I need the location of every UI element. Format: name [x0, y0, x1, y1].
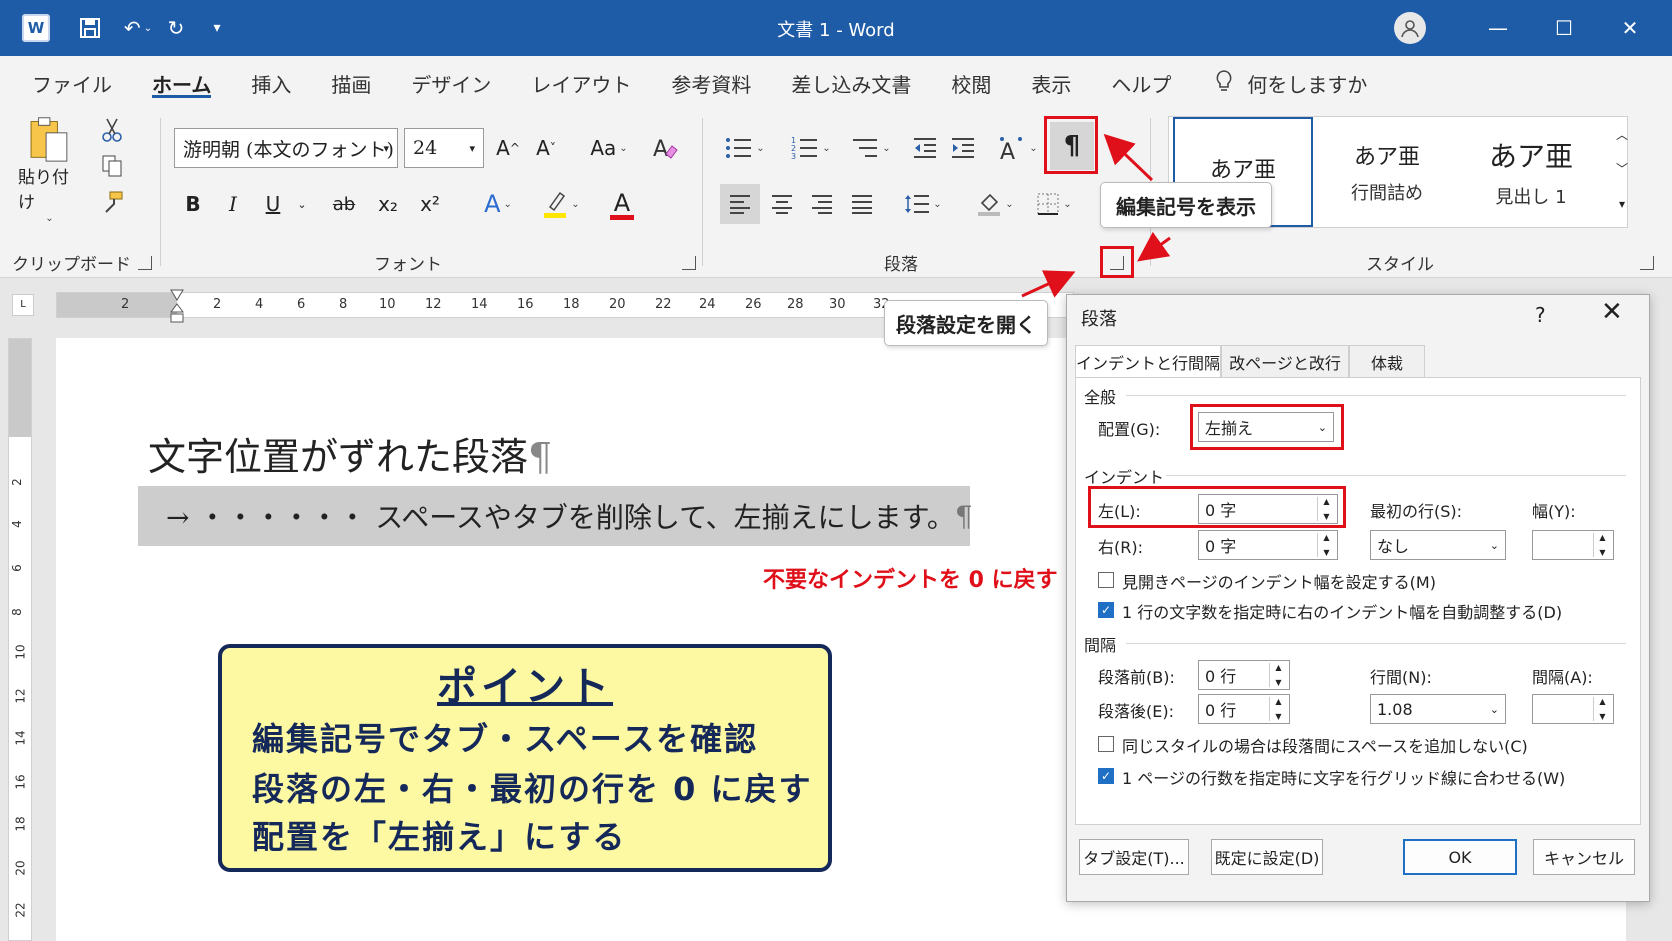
mirror-indents-label: 見開きページのインデント幅を設定する(M) — [1122, 573, 1436, 592]
line-spacing-label: 行間(N): — [1370, 668, 1432, 687]
indent-section-label: インデント — [1084, 468, 1165, 487]
divider — [1126, 395, 1626, 396]
snap-to-grid-checkbox[interactable]: ✓ — [1098, 768, 1114, 784]
no-space-same-style-label: 同じスタイルの場合は段落間にスペースを追加しない(C) — [1122, 737, 1528, 756]
auto-adjust-label: 1 行の文字数を指定時に右のインデント幅を自動調整する(D) — [1122, 603, 1563, 622]
dialog-close-button[interactable]: ✕ — [1601, 297, 1623, 327]
spacing-section-label: 間隔 — [1084, 636, 1117, 655]
dialog-panel: 全般 配置(G): 左揃え ⌄ インデント 左(L): 0 字 ▲ ▼ 右(R): 0… — [1075, 377, 1641, 825]
line-spacing-at-field[interactable]: ▲ ▼ — [1532, 694, 1614, 724]
line-spacing-at-label: 間隔(A): — [1532, 668, 1593, 687]
first-line-label: 最初の行(S): — [1370, 502, 1463, 521]
snap-to-grid-label: 1 ページの行数を指定時に文字を行グリッド線に合わせる(W) — [1122, 769, 1566, 788]
divider — [1126, 643, 1626, 644]
auto-adjust-checkbox[interactable]: ✓ — [1098, 602, 1114, 618]
spin-icon[interactable]: ▲ ▼ — [1593, 533, 1611, 557]
set-default-button[interactable]: 既定に設定(D) — [1211, 839, 1323, 875]
space-before-field[interactable]: 0 行 ▲ ▼ — [1198, 660, 1290, 690]
no-space-same-style-checkbox[interactable] — [1098, 736, 1114, 752]
paragraph-dialog: 段落 ? ✕ インデントと行間隔 改ページと改行 体裁 全般 配置(G): 左揃… — [1066, 294, 1650, 902]
spin-icon[interactable]: ▲ ▼ — [1269, 663, 1287, 687]
alignment-highlight — [1190, 404, 1344, 450]
tab-asian-typography[interactable]: 体裁 — [1349, 345, 1425, 377]
help-icon[interactable]: ? — [1535, 303, 1546, 327]
ok-button[interactable]: OK — [1403, 839, 1517, 875]
spin-icon[interactable]: ▲ ▼ — [1593, 697, 1611, 721]
first-line-select[interactable]: なし ⌄ — [1370, 530, 1506, 560]
indent-left-highlight — [1088, 486, 1346, 528]
chevron-down-icon: ⌄ — [1489, 702, 1499, 716]
general-section-label: 全般 — [1084, 388, 1117, 407]
tab-line-page-breaks[interactable]: 改ページと改行 — [1221, 345, 1349, 377]
divider — [1166, 475, 1626, 476]
cancel-button[interactable]: キャンセル — [1533, 839, 1635, 875]
space-after-label: 段落後(E): — [1098, 702, 1174, 721]
first-line-width-field[interactable]: ▲ ▼ — [1532, 530, 1614, 560]
chevron-down-icon: ⌄ — [1489, 538, 1499, 552]
indent-right-field[interactable]: 0 字 ▲ ▼ — [1198, 530, 1338, 560]
tabs-button[interactable]: タブ設定(T)... — [1079, 839, 1189, 875]
dialog-title: 段落 — [1081, 309, 1117, 330]
space-after-field[interactable]: 0 行 ▲ ▼ — [1198, 694, 1290, 724]
indent-right-label: 右(R): — [1098, 538, 1143, 557]
tab-indents-spacing[interactable]: インデントと行間隔 — [1075, 345, 1221, 377]
first-line-width-label: 幅(Y): — [1532, 502, 1576, 521]
alignment-label: 配置(G): — [1098, 420, 1161, 439]
line-spacing-select[interactable]: 1.08 ⌄ — [1370, 694, 1506, 724]
spin-icon[interactable]: ▲ ▼ — [1269, 697, 1287, 721]
mirror-indents-checkbox[interactable] — [1098, 572, 1114, 588]
spin-icon[interactable]: ▲ ▼ — [1317, 533, 1335, 557]
space-before-label: 段落前(B): — [1098, 668, 1175, 687]
